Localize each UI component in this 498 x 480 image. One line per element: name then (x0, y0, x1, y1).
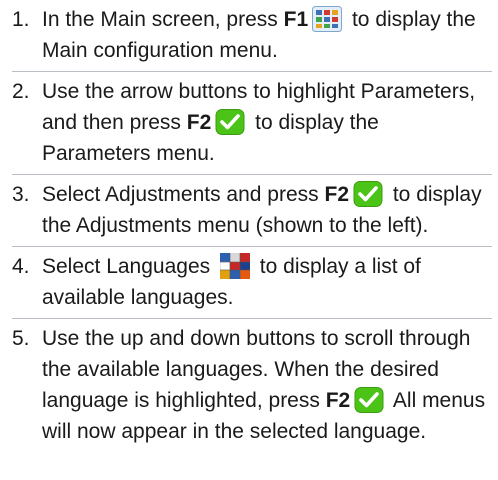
step-number: 1. (12, 8, 30, 31)
step-number: 3. (12, 183, 30, 206)
key-label: F2 (325, 389, 351, 412)
step-2: 2. Use the arrow buttons to highlight Pa… (12, 72, 492, 175)
step-4: 4. Select Languages to display a list of… (12, 247, 492, 319)
key-label: F2 (324, 183, 350, 206)
step-5: 5. Use the up and down buttons to scroll… (12, 319, 492, 452)
step-number: 5. (12, 327, 30, 350)
step-text: Select Languages to display a list of av… (42, 251, 492, 313)
step-text-start: Select Languages (42, 255, 216, 278)
step-1: 1. In the Main screen, press F1 to displ… (12, 0, 492, 72)
step-text-start: In the Main screen, press (42, 8, 284, 31)
checkmark-icon (354, 387, 384, 413)
key-label: F1 (283, 8, 309, 31)
key-label: F2 (186, 111, 212, 134)
step-text: In the Main screen, press F1 to display … (42, 4, 492, 66)
step-number: 2. (12, 80, 30, 103)
checkmark-icon (353, 181, 383, 207)
step-text: Select Adjustments and press F2 to displ… (42, 179, 492, 241)
instruction-steps: 1. In the Main screen, press F1 to displ… (12, 0, 492, 452)
checkmark-icon (215, 109, 245, 135)
step-text: Use the arrow buttons to highlight Param… (42, 76, 492, 169)
step-3: 3. Select Adjustments and press F2 to di… (12, 175, 492, 247)
step-number: 4. (12, 255, 30, 278)
main-config-icon (312, 6, 343, 32)
languages-icon (219, 253, 250, 279)
step-text-start: Select Adjustments and press (42, 183, 325, 206)
step-text: Use the up and down buttons to scroll th… (42, 323, 492, 447)
